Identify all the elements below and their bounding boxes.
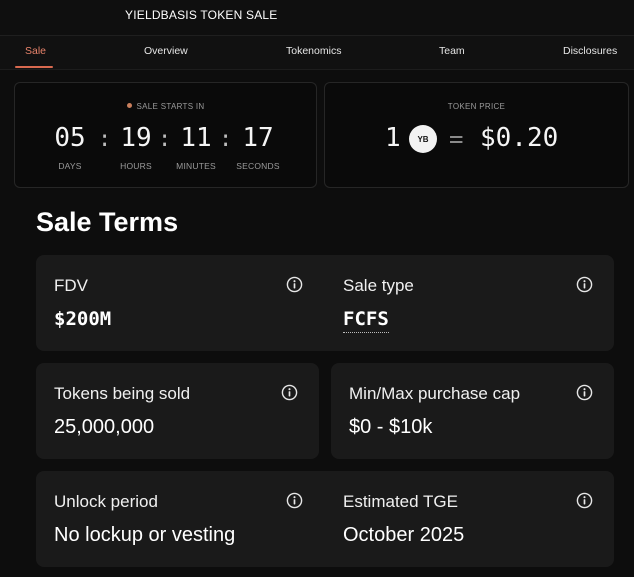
countdown-hours-label: HOURS — [120, 161, 152, 171]
tokens-sold-value: 25,000,000 — [54, 416, 155, 438]
tab-sale[interactable]: Sale — [25, 45, 46, 57]
purchase-cap-label: Min/Max purchase cap — [349, 384, 521, 403]
equals-sign: = — [449, 125, 464, 153]
sale-type-label: Sale type — [343, 276, 414, 295]
yb-token-icon: YB — [409, 125, 437, 153]
tab-disclosures[interactable]: Disclosures — [563, 45, 617, 57]
terms-card-fdv-sale-type: FDV $200M Sale type FCFS — [36, 255, 614, 351]
tokens-sold-label: Tokens being sold — [54, 384, 191, 403]
tab-overview[interactable]: Overview — [144, 45, 188, 57]
status-dot-icon — [126, 103, 132, 108]
tab-team[interactable]: Team — [439, 45, 465, 57]
countdown-days-label: DAYS — [58, 161, 82, 171]
estimated-tge-value: October 2025 — [343, 524, 465, 546]
countdown-hours: 19 — [120, 123, 152, 153]
terms-card-purchase-cap: Min/Max purchase cap $0 - $10k — [331, 363, 614, 459]
info-icon[interactable] — [576, 384, 593, 401]
purchase-cap-value: $0 - $10k — [349, 416, 433, 438]
countdown-panel: SALE STARTS IN 05 : 19 : 11 : 17 DAYS HO… — [14, 82, 317, 188]
countdown-seconds: 17 — [242, 123, 274, 153]
unlock-period-label: Unlock period — [54, 492, 158, 511]
info-icon[interactable] — [281, 384, 298, 401]
countdown-label: SALE STARTS IN — [136, 102, 205, 111]
token-sale-page: YIELDBASIS TOKEN SALE Sale Overview Toke… — [0, 0, 634, 577]
tab-bar: Sale Overview Tokenomics Team Disclosure… — [0, 36, 634, 70]
countdown-label-row: SALE STARTS IN — [15, 102, 316, 111]
info-icon[interactable] — [576, 276, 593, 293]
unlock-period-value: No lockup or vesting — [54, 524, 236, 546]
countdown-days: 05 — [54, 123, 86, 153]
countdown-minutes: 11 — [180, 123, 212, 153]
token-price-value: $0.20 — [480, 123, 559, 153]
section-title: Sale Terms — [36, 207, 179, 237]
page-header-title: YIELDBASIS TOKEN SALE — [125, 8, 278, 22]
countdown-seconds-label: SECONDS — [236, 161, 280, 171]
estimated-tge-label: Estimated TGE — [343, 492, 458, 511]
sale-type-value[interactable]: FCFS — [343, 308, 389, 333]
countdown-minutes-label: MINUTES — [176, 161, 216, 171]
token-price-panel: TOKEN PRICE 1 YB = $0.20 — [324, 82, 629, 188]
fdv-value: $200M — [54, 308, 112, 330]
fdv-label: FDV — [54, 276, 88, 295]
info-icon[interactable] — [286, 276, 303, 293]
token-price-label: TOKEN PRICE — [447, 102, 506, 111]
info-icon[interactable] — [286, 492, 303, 509]
tab-tokenomics[interactable]: Tokenomics — [286, 45, 341, 57]
top-header: YIELDBASIS TOKEN SALE — [0, 0, 634, 36]
token-amount: 1 — [385, 123, 401, 153]
terms-card-unlock-tge: Unlock period No lockup or vesting Estim… — [36, 471, 614, 567]
active-tab-indicator — [15, 66, 53, 68]
terms-card-tokens-sold: Tokens being sold 25,000,000 — [36, 363, 319, 459]
info-icon[interactable] — [576, 492, 593, 509]
